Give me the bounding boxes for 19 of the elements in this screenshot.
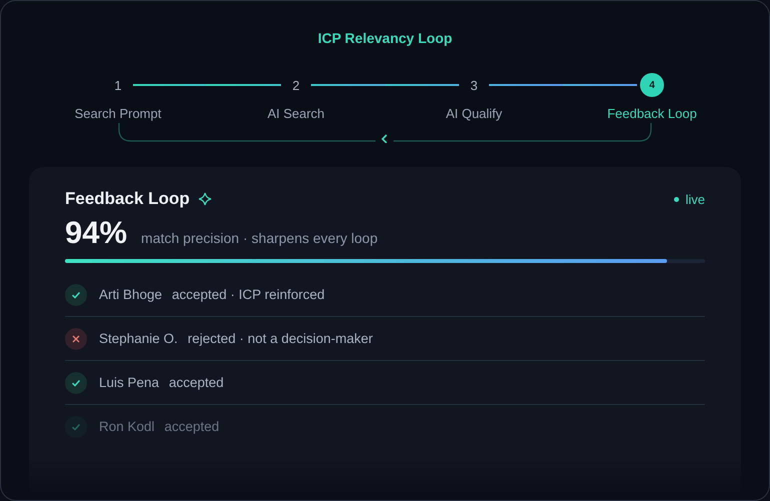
step-label[interactable]: Search Prompt (74, 106, 162, 121)
step-number[interactable]: 1 (111, 78, 125, 92)
live-dot (674, 196, 680, 202)
precision-caption: match precision · sharpens every loop (141, 230, 378, 246)
diagram-title: ICP Relevancy Loop (318, 30, 452, 46)
step-number[interactable]: 4 (640, 73, 664, 97)
feedback-entry: Arti Bhoge accepted · ICP reinforced (99, 287, 325, 302)
feedback-entry: Ron Kodl accepted (99, 419, 220, 434)
sparkle-icon (198, 192, 212, 206)
step-number[interactable]: 2 (289, 78, 303, 92)
step-number[interactable]: 3 (467, 78, 481, 92)
precision-value: 94% (65, 215, 128, 251)
feedback-entry: Luis Pena accepted (99, 375, 224, 390)
step-label[interactable]: AI Qualify (446, 106, 502, 121)
card-title: Feedback Loop (65, 189, 190, 209)
step-label[interactable]: AI Search (267, 106, 325, 121)
step-label[interactable]: Feedback Loop (607, 106, 697, 121)
live-status: live (685, 192, 705, 206)
feedback-entry: Stephanie O. rejected · not a decision-maker (99, 331, 373, 346)
